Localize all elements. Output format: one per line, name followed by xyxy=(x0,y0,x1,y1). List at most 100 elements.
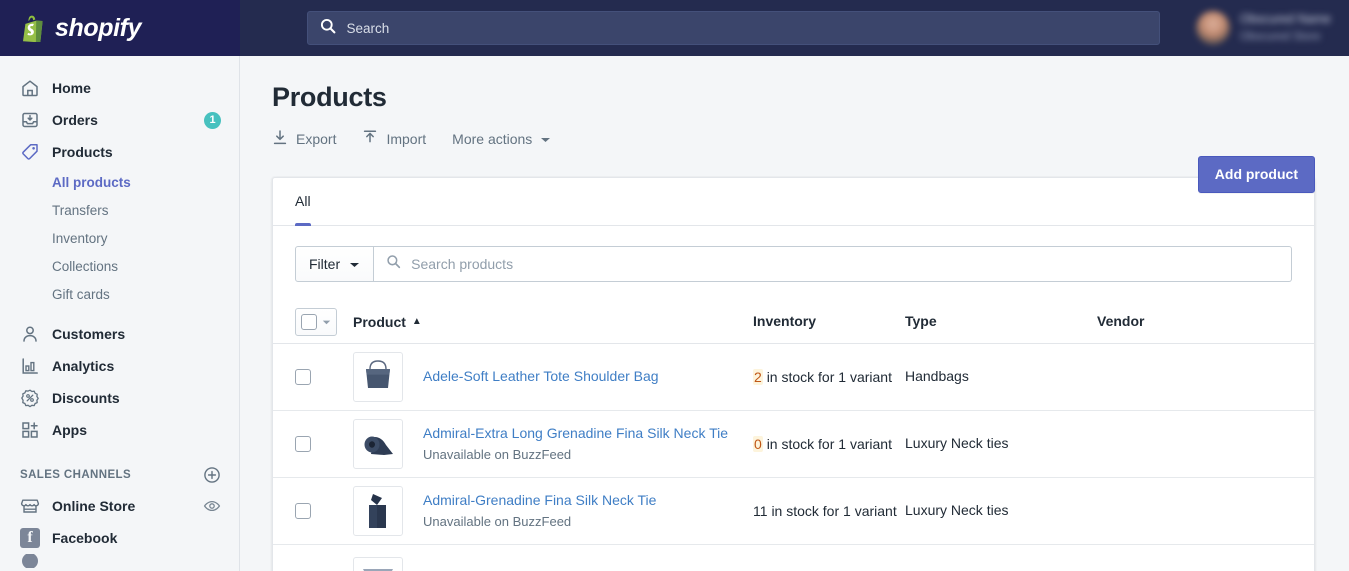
sidebar-item-orders[interactable]: Orders 1 xyxy=(0,104,239,136)
eye-icon[interactable] xyxy=(203,497,221,515)
product-availability-note: Unavailable on BuzzFeed xyxy=(423,514,656,530)
select-all-checkbox[interactable] xyxy=(301,314,317,330)
sidebar: Home Orders 1 Products A xyxy=(0,56,240,571)
product-name-link[interactable]: Adele-Soft Leather Tote Shoulder Bag xyxy=(423,368,659,386)
shopify-wordmark: shopify xyxy=(55,16,141,41)
user-menu[interactable]: Obscured Name Obscured Store xyxy=(1196,0,1349,56)
page-title: Products xyxy=(272,82,1315,113)
filter-row: Filter Search products xyxy=(273,226,1314,300)
avatar xyxy=(1196,11,1230,45)
product-thumbnail xyxy=(353,557,403,571)
product-availability-note: Unavailable on BuzzFeed xyxy=(423,447,728,463)
sidebar-item-online-store[interactable]: Online Store xyxy=(0,490,239,522)
global-search-input[interactable]: Search xyxy=(307,11,1160,45)
page-actions: Export Import More actions xyxy=(272,129,1315,149)
sidebar-subitem-label: Gift cards xyxy=(52,287,110,302)
sales-channels-title: Sales channels xyxy=(20,469,131,481)
product-name-link[interactable]: Admiral-Grenadine Fina Silk Neck Tie xyxy=(423,492,656,510)
inventory-cell: 11 in stock for 1 variant xyxy=(753,501,905,521)
home-icon xyxy=(20,78,40,98)
sidebar-item-collections[interactable]: Collections xyxy=(0,252,239,280)
type-cell: Luxury Neck ties xyxy=(905,502,1097,520)
filter-button[interactable]: Filter xyxy=(295,246,374,282)
sidebar-subitem-label: Collections xyxy=(52,259,118,274)
sidebar-item-customers[interactable]: Customers xyxy=(0,318,239,350)
chevron-down-icon xyxy=(322,313,331,331)
row-checkbox-cell xyxy=(295,436,353,452)
row-checkbox[interactable] xyxy=(295,503,311,519)
plus-circle-icon[interactable] xyxy=(203,466,221,484)
rolled-necktie-thumbnail xyxy=(353,419,403,469)
sidebar-item-label: Online Store xyxy=(52,498,135,514)
import-button[interactable]: Import xyxy=(362,129,426,149)
sidebar-item-home[interactable]: Home xyxy=(0,72,239,104)
inventory-suffix: in stock for 1 variant xyxy=(767,369,892,385)
column-label: Inventory xyxy=(753,313,816,329)
customers-person-icon xyxy=(20,324,40,344)
sidebar-item-apps[interactable]: Apps xyxy=(0,414,239,446)
chevron-down-icon xyxy=(540,131,551,147)
sidebar-item-transfers[interactable]: Transfers xyxy=(0,196,239,224)
analytics-bars-icon xyxy=(20,356,40,376)
more-actions-label: More actions xyxy=(452,131,532,147)
product-name-link[interactable]: Admiral-Extra Long Grenadine Fina Silk N… xyxy=(423,425,728,443)
inventory-text: 11 in stock for 1 variant xyxy=(753,503,897,519)
row-checkbox-cell xyxy=(295,369,353,385)
column-header-inventory[interactable]: Inventory xyxy=(753,313,905,331)
add-product-button[interactable]: Add product xyxy=(1198,156,1315,193)
type-cell: Handbags xyxy=(905,368,1097,386)
filter-label: Filter xyxy=(309,256,340,272)
table-row[interactable]: Admiral-Extra Long Grenadine Fina Silk N… xyxy=(273,411,1314,478)
table-row[interactable]: Adele-Soft Leather Tote Shoulder Bag 2 i… xyxy=(273,344,1314,411)
product-cell: Adele-Soft Leather Tote Shoulder Bag xyxy=(353,352,753,402)
column-header-type[interactable]: Type xyxy=(905,313,1097,331)
discounts-percent-icon xyxy=(20,388,40,408)
facebook-icon: f xyxy=(20,528,40,548)
sort-ascending-icon: ▲ xyxy=(412,316,422,327)
more-actions-button[interactable]: More actions xyxy=(452,131,551,147)
sidebar-item-inventory[interactable]: Inventory xyxy=(0,224,239,252)
tab-all[interactable]: All xyxy=(295,178,311,226)
orders-inbox-icon xyxy=(20,110,40,130)
shopify-logo[interactable]: shopify xyxy=(0,0,240,56)
top-bar: shopify Search Obscured Name Obscured St… xyxy=(0,0,1349,56)
sidebar-item-partial[interactable] xyxy=(0,554,239,568)
table-row[interactable]: Admiral-Grenadine Fina Silk Neck Tie Una… xyxy=(273,478,1314,545)
global-search-placeholder: Search xyxy=(346,21,389,36)
search-icon xyxy=(386,254,401,274)
sidebar-item-label: Discounts xyxy=(52,390,120,406)
row-checkbox[interactable] xyxy=(295,369,311,385)
product-cell: Admiral-Grenadine Fina Silk Neck Tie Una… xyxy=(353,486,753,536)
row-checkbox-cell xyxy=(295,503,353,519)
download-arrow-icon xyxy=(272,129,288,149)
sidebar-item-products[interactable]: Products xyxy=(0,136,239,168)
table-row[interactable] xyxy=(273,545,1314,571)
export-button[interactable]: Export xyxy=(272,129,336,149)
global-search-area: Search xyxy=(240,0,1196,56)
apps-grid-icon xyxy=(20,420,40,440)
tote-bag-thumbnail xyxy=(353,352,403,402)
sidebar-item-label: Orders xyxy=(52,112,98,128)
sidebar-item-all-products[interactable]: All products xyxy=(0,168,239,196)
import-label: Import xyxy=(386,131,426,147)
sidebar-item-label: Products xyxy=(52,144,113,160)
sidebar-item-discounts[interactable]: Discounts xyxy=(0,382,239,414)
select-all-dropdown[interactable] xyxy=(295,308,337,336)
column-header-vendor[interactable]: Vendor xyxy=(1097,313,1292,331)
user-name: Obscured Name xyxy=(1240,13,1331,27)
select-all-cell xyxy=(295,308,353,336)
shopify-bag-icon xyxy=(20,14,46,42)
product-type: Luxury Neck ties xyxy=(905,435,1008,451)
product-search-input[interactable]: Search products xyxy=(374,246,1292,282)
sidebar-item-gift-cards[interactable]: Gift cards xyxy=(0,280,239,308)
column-header-product[interactable]: Product ▲ xyxy=(353,314,753,330)
sidebar-item-analytics[interactable]: Analytics xyxy=(0,350,239,382)
chevron-down-icon xyxy=(349,256,360,272)
row-checkbox[interactable] xyxy=(295,436,311,452)
sidebar-item-facebook[interactable]: f Facebook xyxy=(0,522,239,554)
product-text: Admiral-Grenadine Fina Silk Neck Tie Una… xyxy=(423,492,656,530)
column-label: Vendor xyxy=(1097,313,1144,329)
folded-necktie-thumbnail xyxy=(353,486,403,536)
tab-label: All xyxy=(295,193,311,209)
products-tag-icon xyxy=(20,142,40,162)
